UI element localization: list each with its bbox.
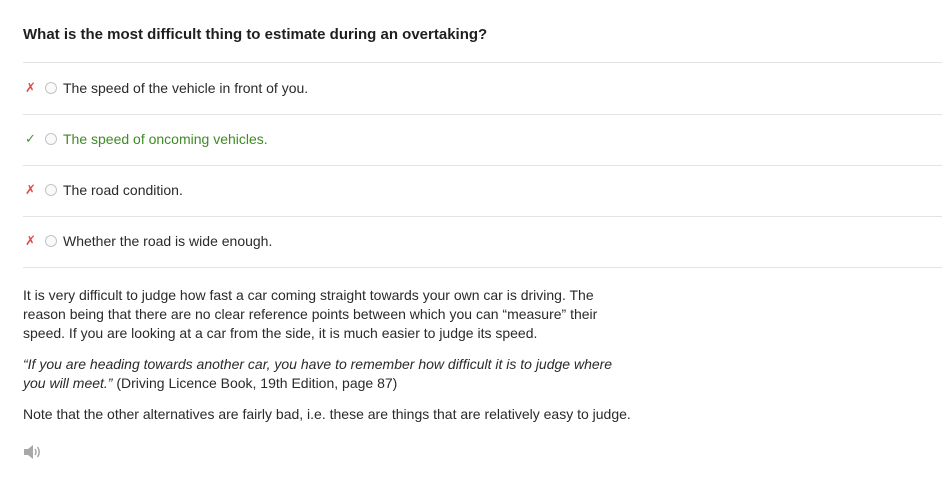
wrong-mark-icon: ✗ [25,233,36,249]
radio-button[interactable] [45,82,57,94]
check-mark-icon: ✓ [25,131,36,147]
answer-option-1[interactable]: ✗ The speed of the vehicle in front of y… [23,63,942,113]
radio-button[interactable] [45,184,57,196]
wrong-mark-icon: ✗ [25,80,36,96]
radio-button[interactable] [45,133,57,145]
answer-option-4[interactable]: ✗ Whether the road is wide enough. [23,216,942,266]
answer-option-3[interactable]: ✗ The road condition. [23,165,942,215]
option-label: The speed of the vehicle in front of you… [63,80,309,96]
option-label-correct: The speed of oncoming vehicles. [63,131,268,147]
wrong-mark-icon: ✗ [25,182,36,198]
question-title: What is the most difficult thing to esti… [23,26,488,43]
speaker-icon[interactable] [22,443,42,461]
explanation-note: Note that the other alternatives are fai… [23,406,631,422]
answer-option-2[interactable]: ✓ The speed of oncoming vehicles. [23,114,942,164]
explanation-quote: “If you are heading towards another car,… [23,355,633,393]
explanation-paragraph: It is very difficult to judge how fast a… [23,287,598,341]
explanation: It is very difficult to judge how fast a… [23,286,633,436]
quote-citation: (Driving Licence Book, 19th Edition, pag… [112,375,398,391]
divider [23,267,942,268]
option-label: Whether the road is wide enough. [63,233,273,249]
option-label: The road condition. [63,182,183,198]
radio-button[interactable] [45,235,57,247]
